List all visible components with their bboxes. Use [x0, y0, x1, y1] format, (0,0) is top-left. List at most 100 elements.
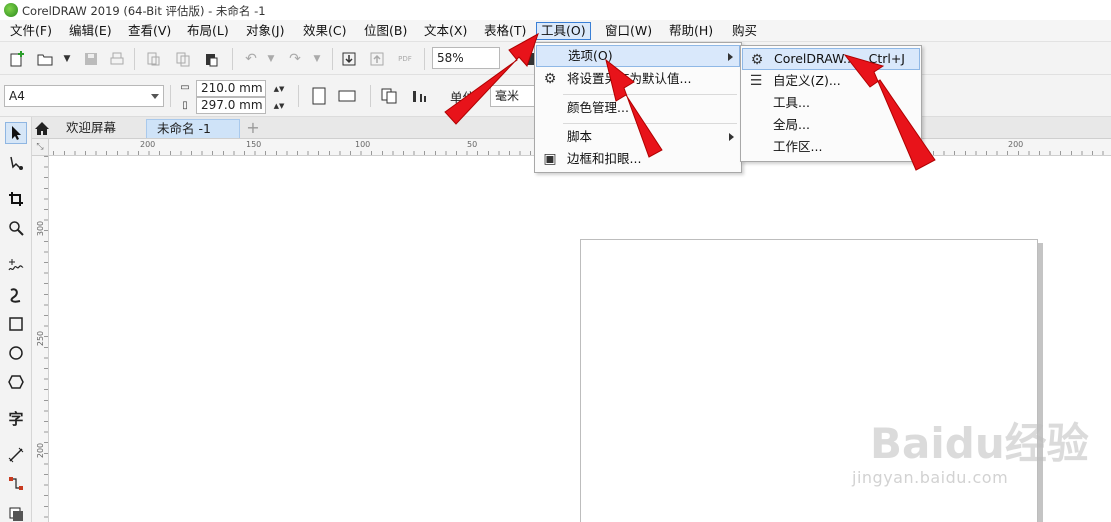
menu-item-label: 选项(O): [568, 48, 613, 63]
publish-pdf-icon[interactable]: PDF: [394, 48, 416, 70]
menu-item-label: 工具...: [773, 95, 810, 110]
coreldraw-logo-icon: [4, 3, 18, 17]
connector-tool-icon[interactable]: [5, 473, 27, 495]
rectangle-tool-icon[interactable]: [5, 313, 27, 335]
landscape-icon[interactable]: [336, 85, 358, 107]
home-icon[interactable]: [32, 119, 52, 138]
menu-item-border-grommet[interactable]: ▣ 边框和扣眼...: [536, 148, 740, 170]
page-height-value: 297.0 mm: [201, 98, 263, 112]
parallel-dimension-tool-icon[interactable]: [5, 444, 27, 466]
options-submenu: ⚙ CorelDRAW... Ctrl+J ☰ 自定义(Z)... 工具... …: [740, 45, 922, 162]
undo-dropdown-icon[interactable]: ▼: [260, 48, 282, 70]
menu-effects[interactable]: 效果(C): [299, 22, 350, 40]
drop-shadow-tool-icon[interactable]: [5, 503, 27, 522]
import-icon[interactable]: [338, 48, 360, 70]
freehand-tool-icon[interactable]: [5, 255, 27, 277]
ruler-label: 200: [1008, 140, 1024, 149]
current-page-icon[interactable]: [408, 85, 430, 107]
menu-file[interactable]: 文件(F): [6, 22, 56, 40]
all-pages-icon[interactable]: [378, 85, 400, 107]
ruler-label: 150: [246, 140, 262, 149]
cut-icon[interactable]: [142, 48, 164, 70]
menu-item-tools[interactable]: 工具...: [742, 92, 920, 114]
menu-item-customize[interactable]: ☰ 自定义(Z)...: [742, 70, 920, 92]
frame-icon: ▣: [543, 151, 557, 167]
menu-view[interactable]: 查看(V): [124, 22, 175, 40]
toolbar-separator: [370, 85, 371, 107]
watermark-text: Baidu经验: [870, 419, 1089, 468]
menu-edit[interactable]: 编辑(E): [65, 22, 116, 40]
menu-buy[interactable]: 购买: [728, 22, 761, 40]
chevron-down-icon: [151, 94, 159, 99]
units-value: 毫米: [495, 89, 520, 103]
menu-item-label: 自定义(Z)...: [773, 73, 841, 88]
units-dropdown[interactable]: 毫米: [490, 85, 538, 107]
ruler-label: 300: [36, 220, 46, 237]
page-size-dropdown[interactable]: A4: [4, 85, 164, 107]
tab-untitled-document[interactable]: 未命名 -1: [146, 119, 240, 138]
zoom-tool-icon[interactable]: [5, 217, 27, 239]
tab-welcome-screen[interactable]: 欢迎屏幕: [56, 119, 127, 138]
menu-layout[interactable]: 布局(L): [183, 22, 233, 40]
vertical-ruler[interactable]: 300 250 200: [32, 156, 49, 522]
toolbar-separator: [134, 48, 135, 70]
redo-dropdown-icon[interactable]: ▼: [306, 48, 328, 70]
ruler-origin-icon[interactable]: ⤡: [32, 139, 49, 156]
menu-item-scripts[interactable]: 脚本: [536, 126, 740, 148]
menu-item-color-management[interactable]: 颜色管理...: [536, 97, 740, 119]
gear-icon: ⚙: [543, 71, 557, 87]
polygon-tool-icon[interactable]: [5, 371, 27, 393]
submenu-arrow-icon: [729, 133, 734, 141]
menu-help[interactable]: 帮助(H): [665, 22, 717, 40]
new-document-icon[interactable]: [6, 48, 28, 70]
menu-item-workspace[interactable]: 工作区...: [742, 136, 920, 158]
open-folder-icon[interactable]: [34, 48, 56, 70]
menu-text[interactable]: 文本(X): [420, 22, 471, 40]
tools-menu: 选项(O) ⚙ 将设置另存为默认值... 颜色管理... 脚本 ▣ 边框和扣眼.…: [534, 42, 742, 173]
menu-item-label: 工作区...: [773, 139, 823, 154]
export-icon[interactable]: [366, 48, 388, 70]
menu-bitmap[interactable]: 位图(B): [360, 22, 411, 40]
menu-item-global[interactable]: 全局...: [742, 114, 920, 136]
pick-tool-icon[interactable]: [5, 122, 27, 144]
menu-item-save-settings-default[interactable]: ⚙ 将设置另存为默认值...: [536, 68, 740, 90]
new-tab-plus-icon[interactable]: +: [244, 118, 262, 137]
toolbar-separator: [298, 85, 299, 107]
toolbox: 字: [0, 117, 32, 522]
toolbar-separator: [232, 48, 233, 70]
page-width-field[interactable]: 210.0 mm: [196, 80, 266, 97]
menu-item-coreldraw-options[interactable]: ⚙ CorelDRAW... Ctrl+J: [742, 48, 920, 70]
menu-object[interactable]: 对象(J): [242, 22, 288, 40]
crop-tool-icon[interactable]: [5, 188, 27, 210]
ruler-label: 50: [467, 140, 478, 149]
print-icon[interactable]: [106, 48, 128, 70]
artistic-media-tool-icon[interactable]: [5, 284, 27, 306]
undo-icon[interactable]: ↶: [240, 48, 262, 70]
baidu-watermark: Baidu经验 jingyan.baidu.com: [850, 400, 1100, 500]
zoom-level-field[interactable]: 58%: [432, 47, 500, 69]
height-spinner-icon[interactable]: ▲▼: [268, 97, 290, 114]
menu-item-options[interactable]: 选项(O): [536, 45, 740, 67]
ellipse-tool-icon[interactable]: [5, 342, 27, 364]
save-icon[interactable]: [80, 48, 102, 70]
menu-table[interactable]: 表格(T): [480, 22, 530, 40]
gear-icon: ⚙: [750, 52, 764, 68]
width-spinner-icon[interactable]: ▲▼: [268, 80, 290, 97]
copy-icon[interactable]: [172, 48, 194, 70]
menu-window[interactable]: 窗口(W): [601, 22, 656, 40]
menu-separator: [563, 123, 737, 124]
shape-tool-icon[interactable]: [5, 152, 27, 174]
text-tool-icon[interactable]: 字: [5, 407, 27, 429]
redo-icon[interactable]: ↷: [284, 48, 306, 70]
toolbar-separator: [170, 85, 171, 107]
page-size-value: A4: [9, 89, 25, 103]
menu-tools[interactable]: 工具(O): [536, 22, 591, 40]
width-icon: ▭: [180, 81, 190, 93]
paste-icon[interactable]: [200, 48, 222, 70]
submenu-arrow-icon: [728, 53, 733, 61]
page-height-field[interactable]: 297.0 mm: [196, 97, 266, 114]
portrait-icon[interactable]: [308, 85, 330, 107]
menu-item-shortcut: Ctrl+J: [868, 51, 905, 66]
open-dropdown-icon[interactable]: ▼: [56, 48, 78, 70]
menu-item-label: CorelDRAW...: [774, 51, 855, 66]
